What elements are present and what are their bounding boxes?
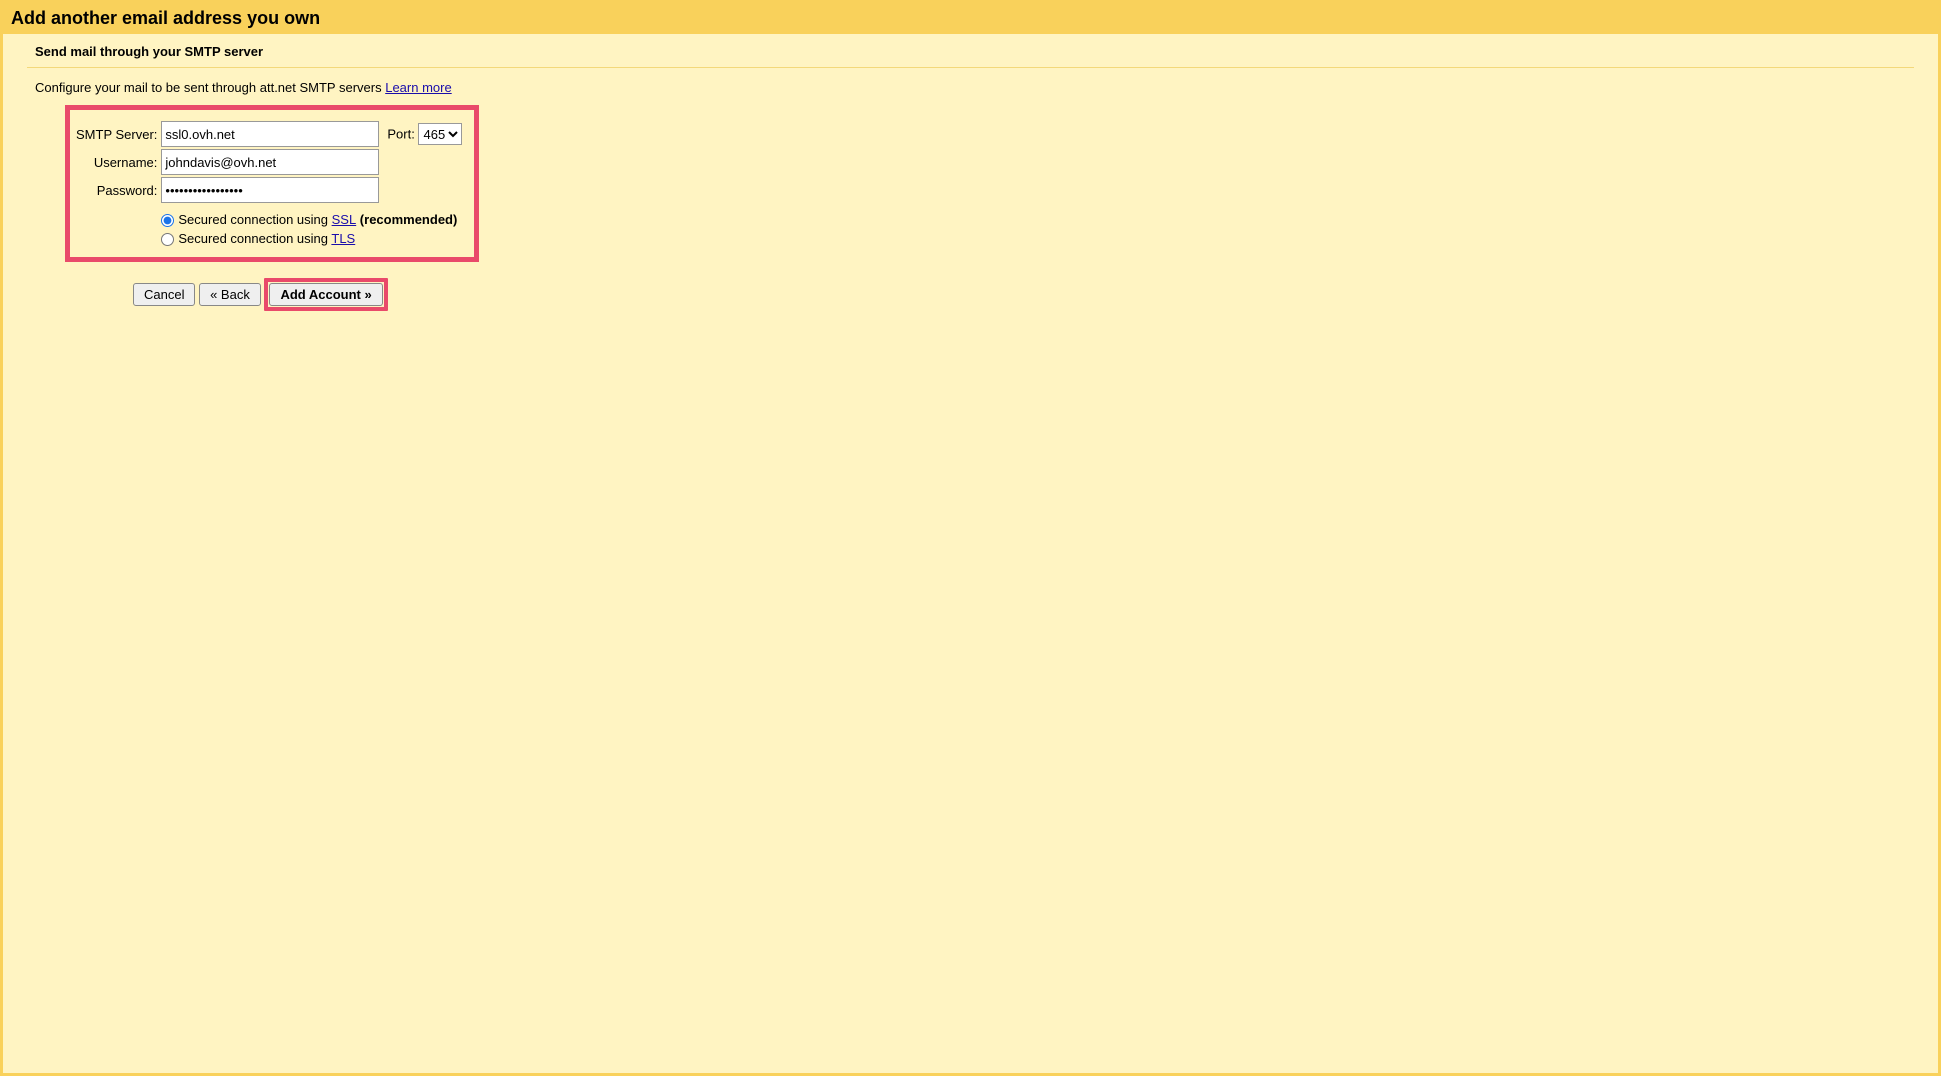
ssl-radio-row: Secured connection using SSL (recommende… <box>161 210 462 229</box>
tls-radio[interactable] <box>161 233 174 246</box>
password-label: Password: <box>74 176 159 204</box>
username-input[interactable] <box>161 149 379 175</box>
cancel-button[interactable]: Cancel <box>133 283 195 306</box>
add-account-highlight: Add Account » <box>264 278 387 311</box>
password-input[interactable] <box>161 177 379 203</box>
tls-text-prefix: Secured connection using <box>178 231 331 246</box>
port-label: Port: <box>387 127 414 142</box>
instruction-text-content: Configure your mail to be sent through a… <box>35 80 385 95</box>
back-button[interactable]: « Back <box>199 283 261 306</box>
smtp-server-label: SMTP Server: <box>74 120 159 148</box>
learn-more-link[interactable]: Learn more <box>385 80 451 95</box>
divider <box>27 67 1914 68</box>
ssl-text-prefix: Secured connection using <box>178 212 331 227</box>
username-label: Username: <box>74 148 159 176</box>
tls-link[interactable]: TLS <box>331 231 355 246</box>
button-row: Cancel « Back Add Account » <box>3 278 1938 311</box>
page-subtitle: Send mail through your SMTP server <box>3 34 1938 67</box>
smtp-form-table: SMTP Server: Port: 465 Username: <box>74 120 464 249</box>
tls-radio-row: Secured connection using TLS <box>161 229 462 248</box>
window-title: Add another email address you own <box>3 3 1938 34</box>
port-select[interactable]: 465 <box>418 123 462 145</box>
form-highlight-box: SMTP Server: Port: 465 Username: <box>65 105 479 262</box>
main-panel: Send mail through your SMTP server Confi… <box>3 34 1938 1073</box>
add-account-button[interactable]: Add Account » <box>269 283 382 306</box>
window-frame: Add another email address you own Send m… <box>0 0 1941 1076</box>
ssl-radio[interactable] <box>161 214 174 227</box>
instruction-text: Configure your mail to be sent through a… <box>3 80 1938 105</box>
ssl-link[interactable]: SSL <box>332 212 357 227</box>
smtp-server-input[interactable] <box>161 121 379 147</box>
ssl-recommended-text: (recommended) <box>356 212 457 227</box>
